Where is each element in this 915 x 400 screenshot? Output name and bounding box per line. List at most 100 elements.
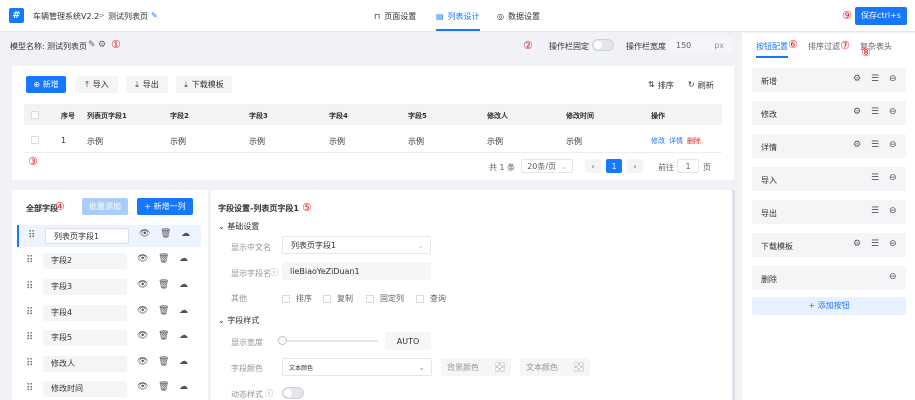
option-fixed-column-checkbox[interactable]: 固定列	[366, 293, 404, 304]
eye-icon[interactable]: 👁	[137, 254, 148, 264]
field-style-section[interactable]: ⌄ 字段样式	[218, 315, 259, 326]
help-icon[interactable]: ⓘ	[270, 267, 278, 278]
option-copy-checkbox[interactable]: 复制	[323, 293, 353, 304]
trash-icon[interactable]: 🗑	[158, 357, 169, 367]
tab-button-config[interactable]: 按钮配置	[756, 41, 788, 52]
minus-circle-icon[interactable]: ⊖	[889, 107, 897, 117]
button-config-item[interactable]: 详情 ⚙ ☰ ⊖	[752, 134, 906, 158]
button-config-item[interactable]: 导出 ☰ ⊖	[752, 200, 906, 224]
list-settings-icon[interactable]: ☰	[871, 74, 879, 84]
field-name[interactable]: 字段5	[43, 330, 127, 346]
button-config-item[interactable]: 删除 ⊖	[752, 266, 906, 290]
column-width-input[interactable]: 150 px	[670, 37, 732, 53]
tab-sort-filter[interactable]: 排序过滤	[808, 41, 840, 52]
import-button[interactable]: ⤒ 导入	[76, 76, 118, 93]
eye-icon[interactable]: 👁	[137, 382, 148, 392]
sort-button[interactable]: ⇅ 排序	[648, 80, 674, 91]
trash-icon[interactable]: 🗑	[158, 306, 169, 316]
drag-handle-icon[interactable]: ⠿	[26, 307, 33, 318]
refresh-button[interactable]: ↻ 刷新	[688, 80, 714, 91]
cloud-settings-icon[interactable]: ☁	[179, 357, 188, 367]
add-column-button[interactable]: + 新增一列	[137, 198, 193, 215]
cloud-settings-icon[interactable]: ☁	[179, 254, 188, 264]
button-config-item[interactable]: 导入 ☰ ⊖	[752, 167, 906, 191]
field-name[interactable]: 修改人	[43, 356, 127, 372]
tab-page-settings[interactable]: ⊓ 页面设置	[374, 11, 416, 22]
help-icon[interactable]: ⓘ	[265, 388, 273, 399]
row-checkbox[interactable]	[31, 136, 39, 144]
add-button-config-button[interactable]: + 添加按钮	[752, 297, 906, 315]
export-button[interactable]: ⤓ 导出	[126, 76, 168, 93]
minus-circle-icon[interactable]: ⊖	[889, 140, 897, 150]
display-cn-input[interactable]: 列表页字段1 ⌄	[282, 236, 431, 254]
breadcrumb-system[interactable]: 车辆管理系统V2.2	[33, 11, 99, 22]
row-delete-link[interactable]: 删除	[687, 136, 701, 146]
eye-icon[interactable]: 👁	[137, 331, 148, 341]
download-template-button[interactable]: ⤓ 下载模板	[176, 76, 232, 93]
field-name[interactable]: 字段2	[43, 253, 127, 269]
list-settings-icon[interactable]: ☰	[871, 239, 879, 249]
list-settings-icon[interactable]: ☰	[871, 173, 879, 183]
gear-icon[interactable]: ⚙	[853, 140, 861, 150]
goto-page-input[interactable]: 1	[677, 159, 699, 173]
field-item[interactable]: ⠿ 字段4 👁 🗑 ☁	[17, 302, 201, 324]
drag-handle-icon[interactable]: ⠿	[28, 230, 35, 241]
basic-settings-section[interactable]: ⌄ 基础设置	[218, 221, 259, 232]
tab-data-settings[interactable]: ◎ 数据设置	[497, 11, 540, 22]
trash-icon[interactable]: 🗑	[160, 229, 171, 239]
trash-icon[interactable]: 🗑	[158, 331, 169, 341]
fixed-column-toggle[interactable]	[592, 39, 614, 51]
batch-add-button[interactable]: 批量添加	[82, 198, 128, 215]
option-sort-checkbox[interactable]: 排序	[282, 293, 312, 304]
eye-icon[interactable]: 👁	[137, 280, 148, 290]
field-item[interactable]: ⠿ 字段2 👁 🗑 ☁	[17, 250, 201, 272]
trash-icon[interactable]: 🗑	[158, 280, 169, 290]
gear-icon[interactable]: ⚙	[98, 40, 106, 50]
cloud-settings-icon[interactable]: ☁	[179, 280, 188, 290]
save-button[interactable]: 保存ctrl+s	[855, 7, 907, 25]
page-size-select[interactable]: 20条/页 ⌄	[521, 159, 573, 173]
page-number-current[interactable]: 1	[606, 159, 622, 173]
drag-handle-icon[interactable]: ⠿	[26, 281, 33, 292]
list-settings-icon[interactable]: ☰	[871, 107, 879, 117]
field-name[interactable]: 列表页字段1	[45, 228, 129, 244]
drag-handle-icon[interactable]: ⠿	[26, 383, 33, 394]
cloud-settings-icon[interactable]: ☁	[179, 382, 188, 392]
text-color-picker[interactable]: 文本颜色	[520, 358, 590, 376]
button-config-item[interactable]: 新增 ⚙ ☰ ⊖	[752, 68, 906, 92]
field-name-input[interactable]: lieBiaoYeZiDuan1	[282, 262, 431, 280]
next-page-button[interactable]: ›	[627, 159, 643, 173]
cloud-settings-icon[interactable]: ☁	[179, 306, 188, 316]
field-item[interactable]: ⠿ 列表页字段1 👁 🗑 ☁	[17, 225, 201, 247]
eye-icon[interactable]: 👁	[137, 306, 148, 316]
edit-model-icon[interactable]: ✎	[88, 40, 96, 50]
minus-circle-icon[interactable]: ⊖	[889, 74, 897, 84]
drag-handle-icon[interactable]: ⠿	[26, 358, 33, 369]
list-settings-icon[interactable]: ☰	[871, 140, 879, 150]
edit-title-icon[interactable]: ✎	[151, 11, 158, 20]
button-config-item[interactable]: 下载模板 ⚙ ☰ ⊖	[752, 233, 906, 257]
drag-handle-icon[interactable]: ⠿	[26, 332, 33, 343]
option-query-checkbox[interactable]: 查询	[416, 293, 446, 304]
eye-icon[interactable]: 👁	[137, 357, 148, 367]
minus-circle-icon[interactable]: ⊖	[889, 239, 897, 249]
field-item[interactable]: ⠿ 字段5 👁 🗑 ☁	[17, 327, 201, 349]
trash-icon[interactable]: 🗑	[158, 254, 169, 264]
field-item[interactable]: ⠿ 修改人 👁 🗑 ☁	[17, 353, 201, 375]
prev-page-button[interactable]: ‹	[585, 159, 601, 173]
cloud-settings-icon[interactable]: ☁	[179, 331, 188, 341]
field-item[interactable]: ⠿ 修改时间 👁 🗑 ☁	[17, 378, 201, 400]
width-slider-track[interactable]	[282, 340, 378, 342]
trash-icon[interactable]: 🗑	[158, 382, 169, 392]
row-edit-link[interactable]: 修改	[651, 136, 665, 146]
tab-list-design[interactable]: ▤ 列表设计	[436, 11, 480, 22]
field-item[interactable]: ⠿ 字段3 👁 🗑 ☁	[17, 276, 201, 298]
gear-icon[interactable]: ⚙	[853, 239, 861, 249]
width-value-input[interactable]: AUTO	[385, 332, 431, 350]
drag-handle-icon[interactable]: ⠿	[26, 255, 33, 266]
add-button[interactable]: ⊕ 新增	[26, 76, 66, 93]
settings-scrollbar[interactable]	[732, 190, 735, 400]
field-name[interactable]: 字段3	[43, 279, 127, 295]
minus-circle-icon[interactable]: ⊖	[889, 173, 897, 183]
field-name[interactable]: 修改时间	[43, 381, 127, 397]
